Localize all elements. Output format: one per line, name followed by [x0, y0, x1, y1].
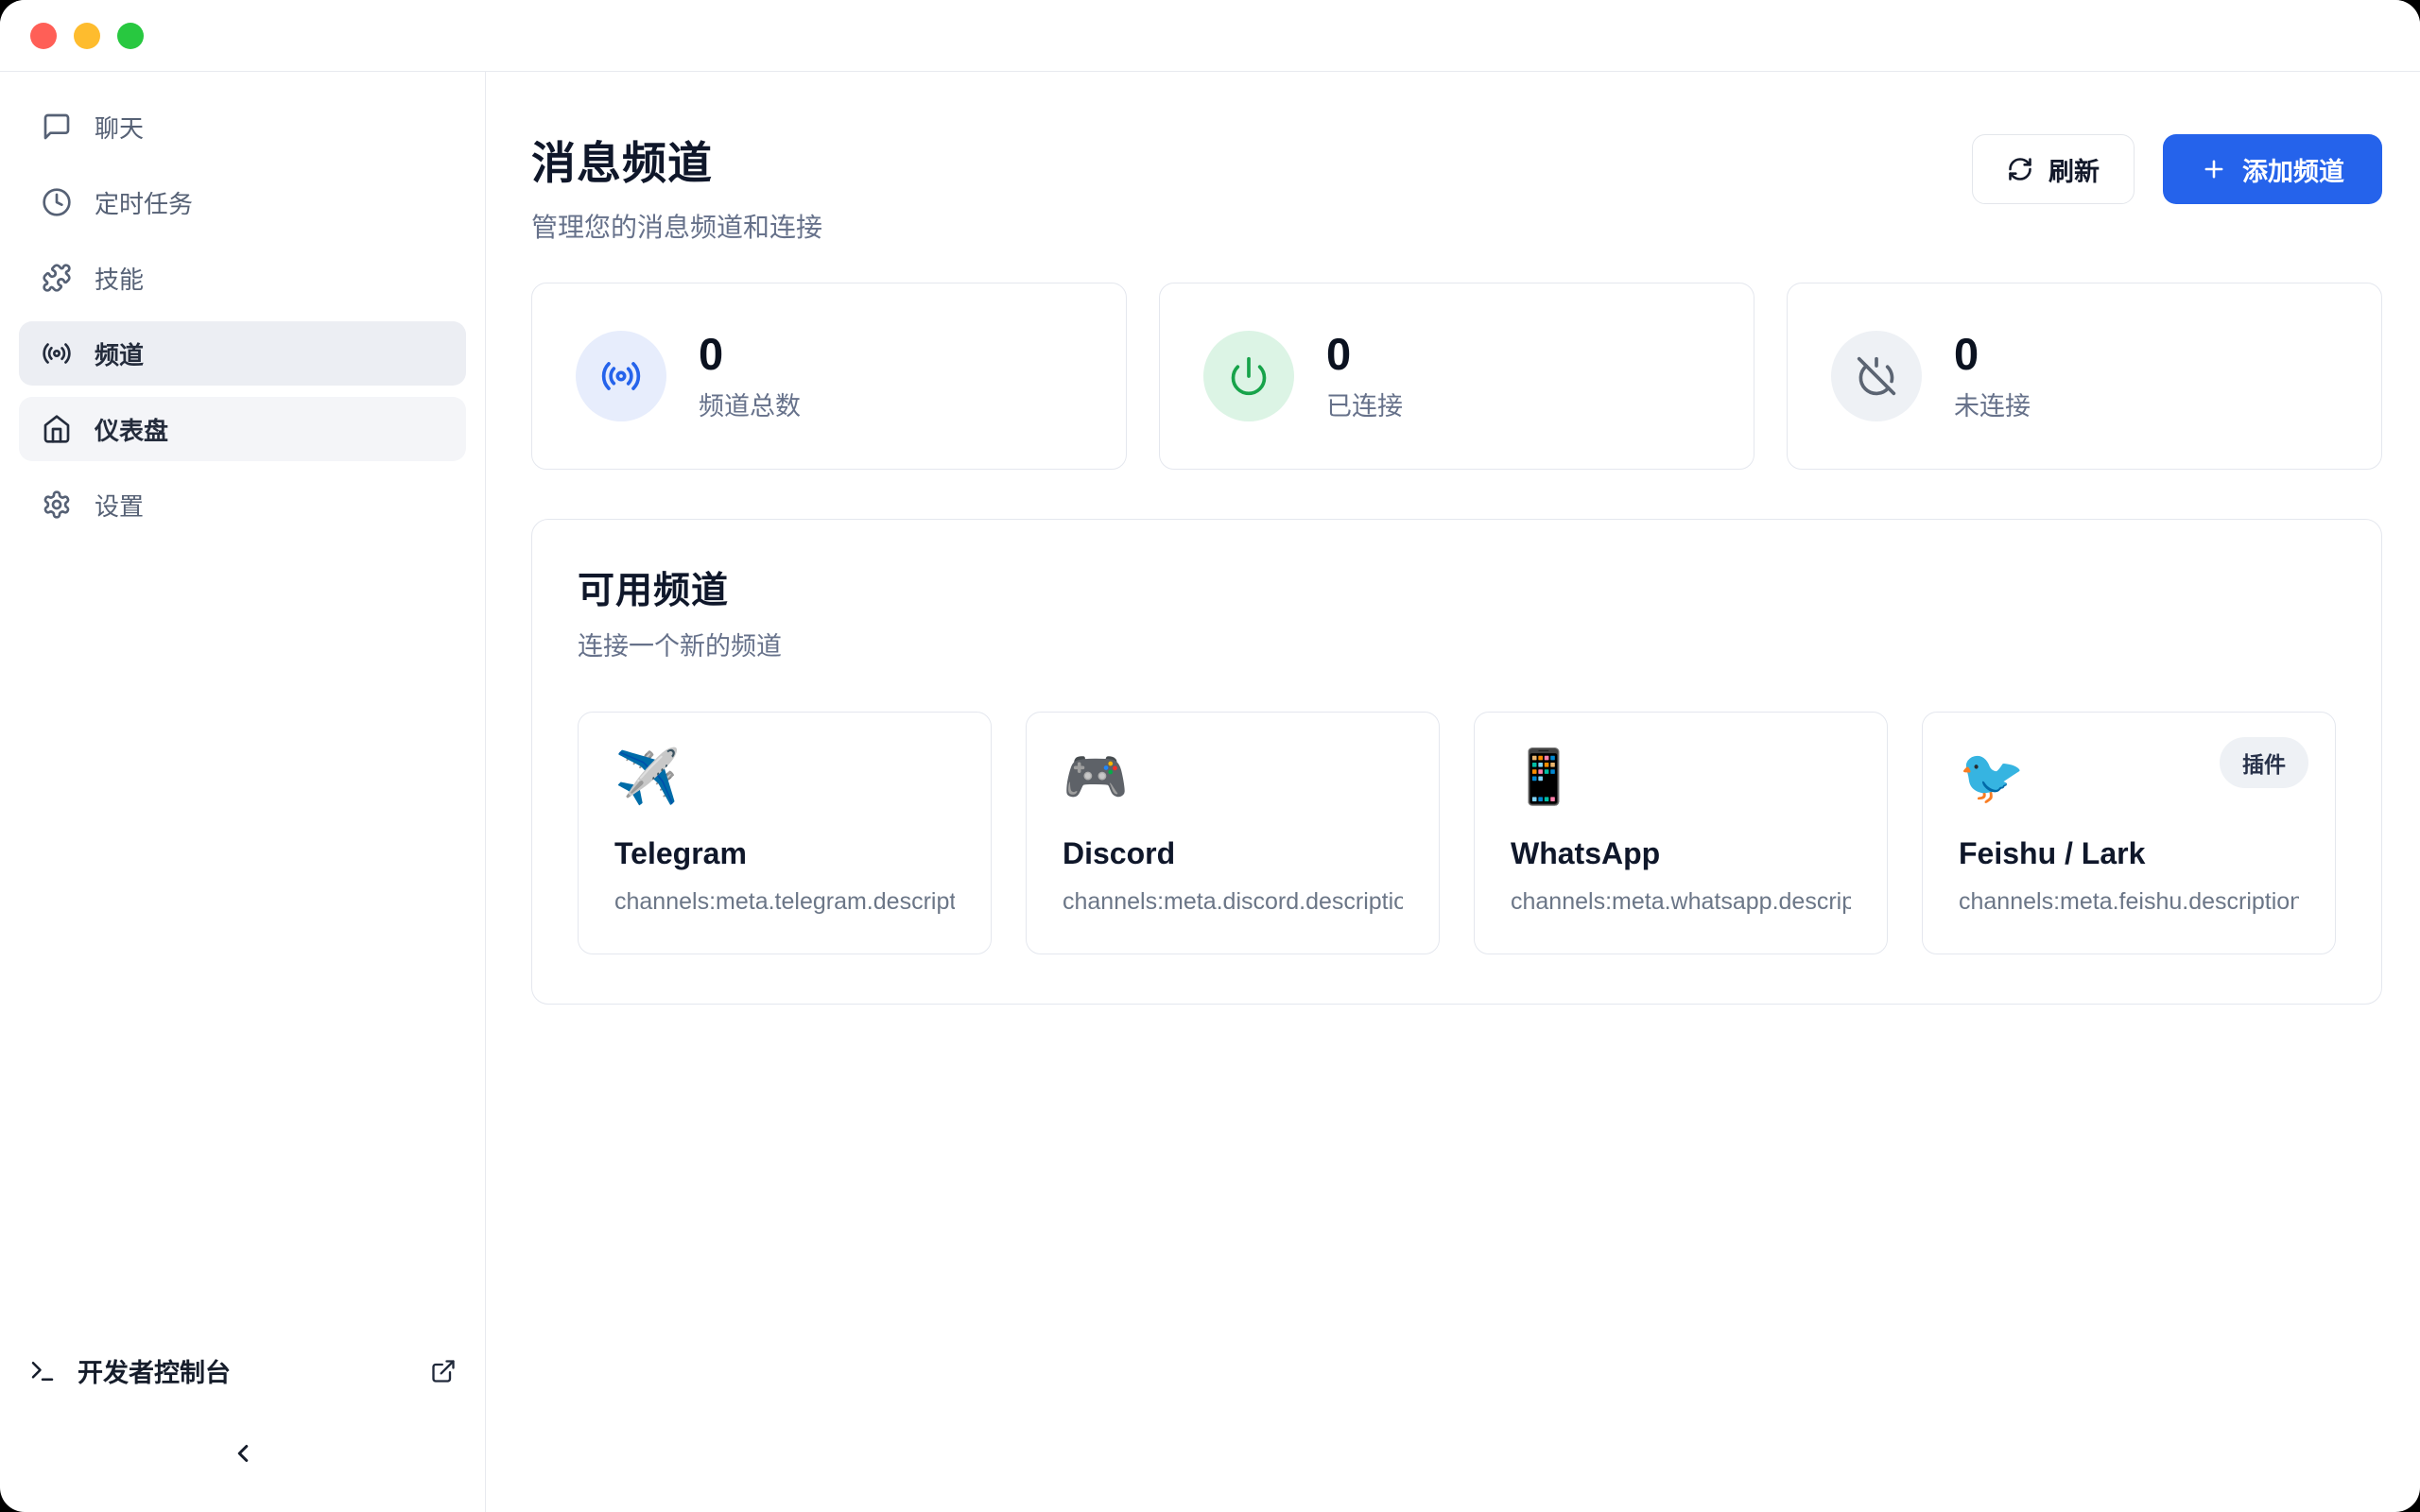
- channel-name: WhatsApp: [1511, 836, 1851, 871]
- channel-card-discord[interactable]: 🎮 Discord channels:meta.discord.descript…: [1026, 712, 1440, 954]
- sidebar-item-settings[interactable]: 设置: [19, 472, 466, 537]
- refresh-button-label: 刷新: [2048, 151, 2100, 188]
- stat-icon-wrap: [576, 331, 666, 421]
- channel-card-telegram[interactable]: ✈️ Telegram channels:meta.telegram.descr…: [578, 712, 992, 954]
- discord-emoji-icon: 🎮: [1063, 745, 1403, 808]
- sidebar-collapse-button[interactable]: [216, 1427, 269, 1480]
- sidebar-item-channels[interactable]: 频道: [19, 321, 466, 386]
- refresh-button[interactable]: 刷新: [1972, 134, 2135, 204]
- sidebar-item-label: 设置: [95, 488, 144, 523]
- page-header: 消息频道 管理您的消息频道和连接 刷新 添加频道: [531, 127, 2382, 245]
- stat-value: 0: [1954, 330, 2031, 379]
- stat-label: 频道总数: [699, 386, 801, 422]
- dev-console-label: 开发者控制台: [78, 1352, 231, 1389]
- broadcast-icon: [42, 338, 72, 369]
- sidebar-item-dashboard[interactable]: 仪表盘: [19, 397, 466, 461]
- minimize-button[interactable]: [74, 23, 100, 49]
- clock-icon: [42, 187, 72, 217]
- stat-value: 0: [1326, 330, 1403, 379]
- stat-icon-wrap: [1203, 331, 1294, 421]
- gear-icon: [42, 490, 72, 520]
- channel-card-whatsapp[interactable]: 📱 WhatsApp channels:meta.whatsapp.descri…: [1474, 712, 1888, 954]
- power-icon: [1228, 355, 1270, 397]
- plus-icon: [2201, 156, 2227, 182]
- add-channel-button-label: 添加频道: [2242, 151, 2344, 188]
- sidebar-item-label: 定时任务: [95, 185, 193, 220]
- available-channels-panel: 可用频道 连接一个新的频道 ✈️ Telegram channels:meta.…: [531, 519, 2382, 1005]
- stat-icon-wrap: [1831, 331, 1922, 421]
- channel-card-feishu[interactable]: 插件 🐦 Feishu / Lark channels:meta.feishu.…: [1922, 712, 2336, 954]
- stat-value: 0: [699, 330, 801, 379]
- sidebar-item-scheduled-tasks[interactable]: 定时任务: [19, 170, 466, 234]
- external-link-icon: [430, 1358, 457, 1384]
- sidebar-item-label: 技能: [95, 261, 144, 296]
- sidebar-item-skills[interactable]: 技能: [19, 246, 466, 310]
- page-heading-group: 消息频道 管理您的消息频道和连接: [531, 127, 822, 245]
- refresh-icon: [2007, 156, 2033, 182]
- channel-name: Feishu / Lark: [1959, 836, 2299, 871]
- stat-card-connected: 0 已连接: [1159, 283, 1754, 470]
- stat-label: 未连接: [1954, 386, 2031, 422]
- dev-console-link[interactable]: 开发者控制台: [19, 1352, 466, 1389]
- sidebar-spacer: [19, 548, 466, 1352]
- sidebar-item-label: 频道: [95, 336, 144, 371]
- chat-bubble-icon: [42, 112, 72, 142]
- app-window: 聊天 定时任务 技能 频道 仪表盘 设置: [0, 0, 2420, 1512]
- header-actions: 刷新 添加频道: [1972, 134, 2382, 204]
- stats-row: 0 频道总数 0 已连接: [531, 283, 2382, 470]
- channel-description: channels:meta.whatsapp.description: [1511, 888, 1851, 916]
- available-channels-subtitle: 连接一个新的频道: [578, 626, 2336, 662]
- puzzle-icon: [42, 263, 72, 293]
- power-off-icon: [1856, 355, 1897, 397]
- page-subtitle: 管理您的消息频道和连接: [531, 207, 822, 245]
- telegram-emoji-icon: ✈️: [614, 745, 955, 808]
- sidebar-item-chat[interactable]: 聊天: [19, 94, 466, 159]
- chevron-left-icon: [229, 1439, 257, 1468]
- channel-name: Telegram: [614, 836, 955, 871]
- terminal-icon: [28, 1357, 57, 1385]
- window-content: 聊天 定时任务 技能 频道 仪表盘 设置: [0, 72, 2420, 1512]
- channel-description: channels:meta.discord.description: [1063, 888, 1403, 916]
- add-channel-button[interactable]: 添加频道: [2163, 134, 2382, 204]
- stat-label: 已连接: [1326, 386, 1403, 422]
- page-title: 消息频道: [531, 127, 822, 192]
- whatsapp-emoji-icon: 📱: [1511, 745, 1851, 808]
- close-button[interactable]: [30, 23, 57, 49]
- stat-card-total-channels: 0 频道总数: [531, 283, 1127, 470]
- zoom-button[interactable]: [117, 23, 144, 49]
- sidebar-item-label: 聊天: [95, 110, 144, 145]
- sidebar-item-label: 仪表盘: [95, 412, 168, 447]
- titlebar: [0, 0, 2420, 72]
- sidebar: 聊天 定时任务 技能 频道 仪表盘 设置: [0, 72, 486, 1512]
- stat-card-disconnected: 0 未连接: [1787, 283, 2382, 470]
- home-icon: [42, 414, 72, 444]
- channel-grid: ✈️ Telegram channels:meta.telegram.descr…: [578, 712, 2336, 954]
- channel-name: Discord: [1063, 836, 1403, 871]
- stat-text: 0 未连接: [1954, 330, 2031, 423]
- available-channels-title: 可用频道: [578, 561, 2336, 614]
- stat-text: 0 频道总数: [699, 330, 801, 423]
- main-content: 消息频道 管理您的消息频道和连接 刷新 添加频道: [486, 72, 2420, 1512]
- channel-description: channels:meta.telegram.description: [614, 888, 955, 916]
- broadcast-icon: [600, 355, 642, 397]
- plugin-badge: 插件: [2220, 737, 2308, 788]
- channel-description: channels:meta.feishu.description: [1959, 888, 2299, 916]
- stat-text: 0 已连接: [1326, 330, 1403, 423]
